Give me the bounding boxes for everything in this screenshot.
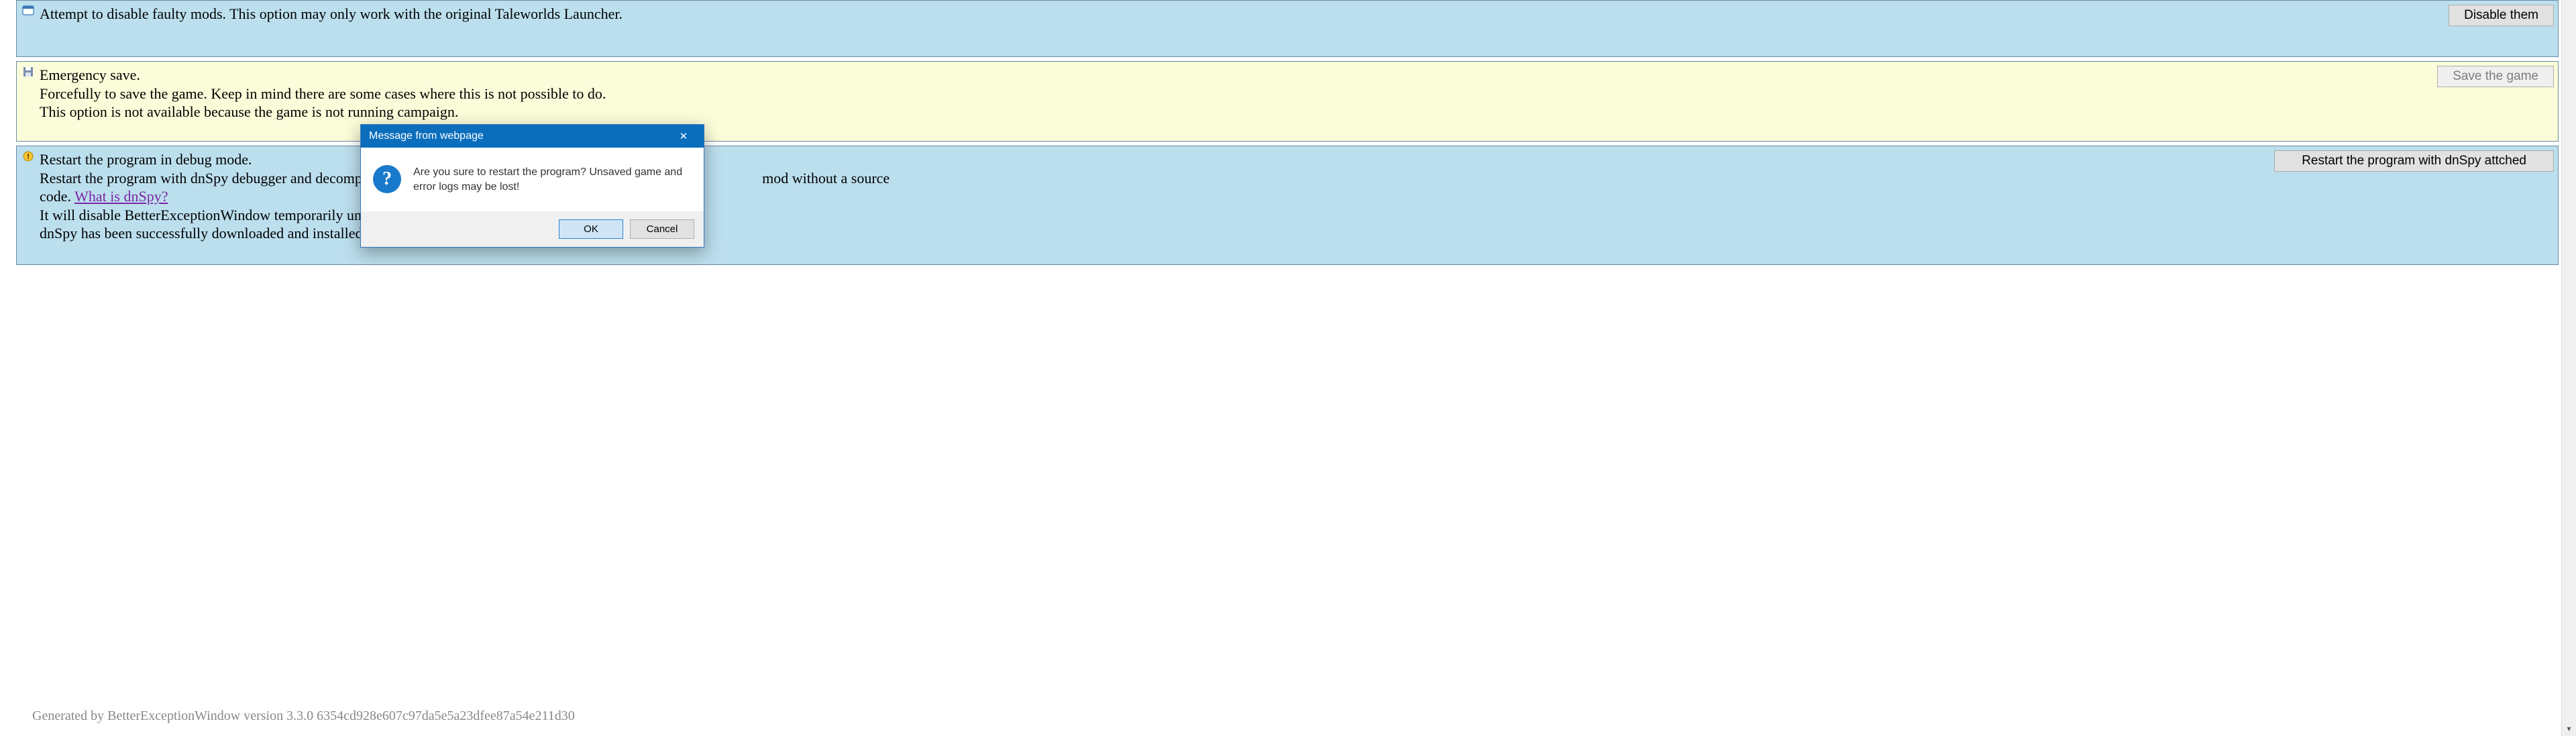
close-icon[interactable]: ✕ [670,130,697,142]
panel-disable-mods: Attempt to disable faulty mods. This opt… [16,0,2559,57]
content-area: Attempt to disable faulty mods. This opt… [16,0,2559,724]
dialog-title: Message from webpage [369,130,484,142]
footer-version-text: Generated by BetterExceptionWindow versi… [32,708,575,724]
panel-title: Restart the program in debug mode. [40,151,252,168]
dialog-button-row: OK Cancel [361,211,704,247]
disable-mods-button[interactable]: Disable them [2449,5,2554,26]
dialog-titlebar[interactable]: Message from webpage ✕ [361,125,704,148]
panel-text: Attempt to disable faulty mods. This opt… [40,5,2551,23]
panel-line: Forcefully to save the game. Keep in min… [40,85,2551,103]
question-icon: ? [373,165,401,193]
text-fragment: Restart the program with dnSpy debugger … [40,170,413,187]
vertical-scrollbar[interactable]: ▾ [2561,0,2576,736]
scroll-down-arrow-icon[interactable]: ▾ [2562,721,2576,736]
panel-title: Attempt to disable faulty mods. This opt… [40,5,623,22]
cancel-button[interactable]: Cancel [630,219,694,239]
app-icon [22,5,36,18]
dialog-content: ? Are you sure to restart the program? U… [361,148,704,211]
dialog-message: Are you sure to restart the program? Uns… [413,165,692,194]
confirm-restart-dialog: Message from webpage ✕ ? Are you sure to… [360,124,704,248]
debug-icon [22,150,36,164]
floppy-icon [22,66,36,79]
panel-title: Emergency save. [40,66,140,83]
panel-text: Emergency save. Forcefully to save the g… [40,66,2551,121]
what-is-dnspy-link[interactable]: What is dnSpy? [74,188,168,205]
exception-window-viewport: Attempt to disable faulty mods. This opt… [0,0,2576,736]
restart-dnspy-button[interactable]: Restart the program with dnSpy attched [2274,150,2554,172]
save-game-button: Save the game [2437,66,2554,87]
ok-button[interactable]: OK [559,219,623,239]
panel-line: This option is not available because the… [40,103,2551,121]
text-fragment: code. [40,188,74,205]
text-fragment: mod without a source [762,170,890,187]
